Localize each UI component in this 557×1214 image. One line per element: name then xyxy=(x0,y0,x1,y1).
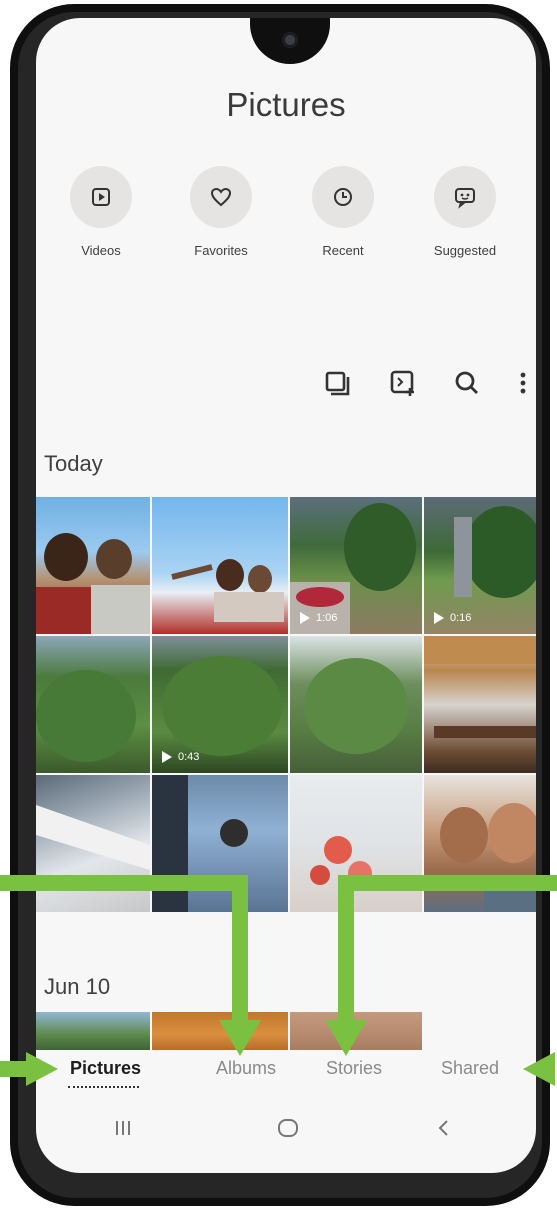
gallery-screen: Pictures Videos Favorites Recent Suggest… xyxy=(36,18,536,1173)
arrowhead-left-icon xyxy=(523,1052,555,1086)
photo-thumbnail[interactable] xyxy=(36,497,150,634)
quick-videos[interactable]: Videos xyxy=(46,166,156,258)
video-thumbnail[interactable]: 1:06 xyxy=(290,497,422,634)
play-icon xyxy=(300,612,310,624)
video-duration: 1:06 xyxy=(300,612,337,624)
play-icon xyxy=(162,751,172,763)
front-camera-icon xyxy=(282,32,298,48)
quick-favorites-label: Favorites xyxy=(194,243,248,258)
arrow-to-albums xyxy=(0,875,248,891)
photo-thumbnail[interactable] xyxy=(152,775,288,912)
photo-thumbnail[interactable] xyxy=(36,636,150,773)
tab-albums[interactable]: Albums xyxy=(216,1058,276,1079)
photo-thumbnail[interactable] xyxy=(424,636,536,773)
clock-icon xyxy=(334,188,352,206)
system-nav-bar xyxy=(36,1108,536,1148)
arrowhead-down-icon xyxy=(325,1020,367,1056)
video-duration: 0:43 xyxy=(162,751,199,763)
quick-videos-label: Videos xyxy=(81,243,121,258)
section-title-jun10: Jun 10 xyxy=(44,974,111,999)
arrowhead-right-icon xyxy=(26,1052,58,1086)
back-icon[interactable] xyxy=(434,1117,454,1139)
recent-apps-icon[interactable] xyxy=(112,1118,134,1138)
notch xyxy=(250,18,330,64)
quick-recent-label: Recent xyxy=(322,243,364,258)
photo-thumbnail[interactable] xyxy=(424,775,536,912)
quick-suggested-label: Suggested xyxy=(433,243,497,258)
photo-thumbnail[interactable] xyxy=(290,775,422,912)
video-thumbnail[interactable]: 0:43 xyxy=(152,636,288,773)
photo-thumbnail[interactable] xyxy=(36,1012,150,1050)
tab-shared[interactable]: Shared xyxy=(441,1058,499,1079)
photo-thumbnail[interactable] xyxy=(290,636,422,773)
video-duration: 0:16 xyxy=(434,612,471,624)
bottom-tab-bar: Pictures Albums Stories Shared xyxy=(36,1058,536,1098)
video-icon xyxy=(92,188,110,206)
tab-pictures[interactable]: Pictures xyxy=(68,1058,141,1088)
page-title: Pictures xyxy=(226,86,346,123)
play-icon xyxy=(434,612,444,624)
suggested-icon xyxy=(455,188,475,209)
home-icon[interactable] xyxy=(276,1116,300,1140)
section-title-today: Today xyxy=(44,451,103,476)
quick-favorites[interactable]: Favorites xyxy=(166,166,276,258)
select-icon[interactable] xyxy=(320,366,354,400)
heart-icon xyxy=(210,187,232,207)
video-thumbnail[interactable]: 0:16 xyxy=(424,497,536,634)
arrow-to-stories xyxy=(338,875,557,891)
active-tab-indicator xyxy=(68,1086,140,1088)
quick-suggested[interactable]: Suggested xyxy=(410,166,520,258)
photo-thumbnail[interactable] xyxy=(152,497,288,634)
tab-stories[interactable]: Stories xyxy=(326,1058,382,1079)
more-options-icon[interactable] xyxy=(506,366,536,400)
search-icon[interactable] xyxy=(450,366,484,400)
create-icon[interactable] xyxy=(386,366,420,400)
quick-recent[interactable]: Recent xyxy=(288,166,398,258)
photo-thumbnail[interactable] xyxy=(36,775,150,912)
arrowhead-down-icon xyxy=(219,1020,261,1056)
